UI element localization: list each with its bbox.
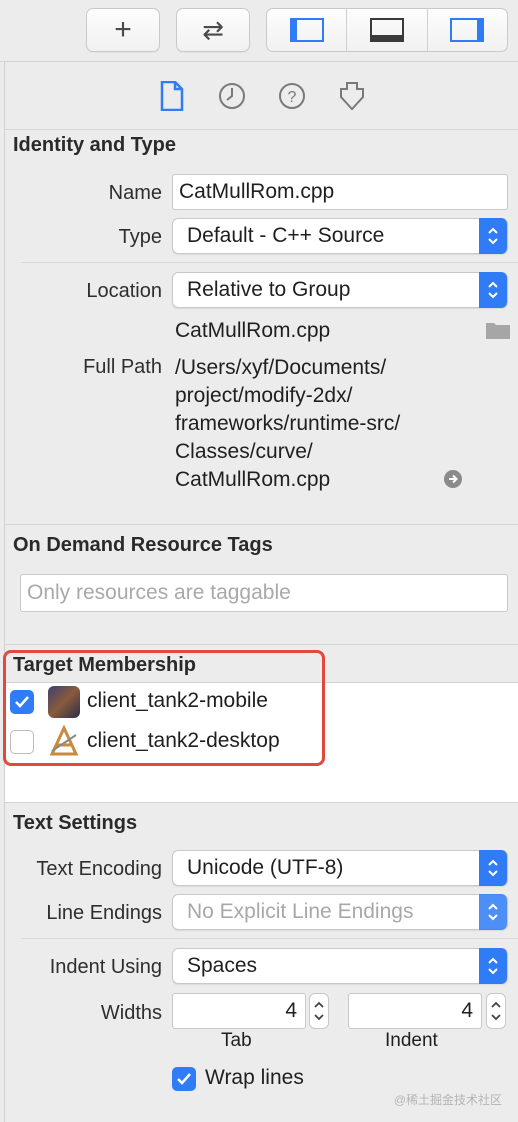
indent-caption: Indent (385, 1030, 438, 1051)
tab-width-stepper[interactable] (309, 993, 329, 1029)
right-panel-icon (450, 18, 485, 42)
full-path-line: Classes/curve/ (175, 440, 313, 463)
tab-history-inspector[interactable] (216, 80, 248, 112)
svg-text:?: ? (288, 89, 297, 106)
line-endings-value: No Explicit Line Endings (187, 900, 414, 923)
wrap-lines-checkbox[interactable] (172, 1067, 196, 1091)
text-settings-divider (21, 938, 518, 939)
location-select[interactable]: Relative to Group (172, 272, 508, 308)
swap-arrows-icon: ⇄ (202, 14, 224, 45)
type-select-value: Default - C++ Source (187, 224, 385, 247)
widths-label: Widths (100, 1002, 162, 1024)
stepper-arrows-icon (491, 1001, 501, 1021)
wrap-lines-label: Wrap lines (205, 1066, 304, 1089)
line-endings-select[interactable]: No Explicit Line Endings (172, 894, 508, 930)
folder-icon[interactable] (485, 320, 511, 345)
select-arrows-icon (479, 272, 507, 308)
indent-using-value: Spaces (187, 954, 258, 977)
panel-toggle-segmented-control (266, 8, 508, 52)
toggle-navigator-button[interactable] (267, 9, 348, 51)
text-settings-section-title: Text Settings (13, 812, 138, 834)
help-icon: ? (279, 82, 305, 109)
select-arrows-icon (479, 894, 507, 930)
plus-icon: + (114, 13, 132, 46)
indent-using-select[interactable]: Spaces (172, 948, 508, 984)
indent-width-stepper[interactable] (486, 993, 506, 1029)
toggle-inspector-button[interactable] (428, 9, 507, 51)
type-label: Type (118, 226, 162, 248)
identity-section-title: Identity and Type (13, 134, 176, 156)
history-icon (219, 82, 245, 109)
left-panel-icon (289, 18, 324, 42)
identity-divider (21, 262, 518, 263)
indent-width-field[interactable]: 4 (348, 993, 482, 1029)
location-file-name: CatMullRom.cpp (175, 319, 331, 342)
text-encoding-value: Unicode (UTF-8) (187, 856, 344, 879)
odr-tags-field[interactable]: Only resources are taggable (20, 574, 508, 612)
tab-width-field[interactable]: 4 (172, 993, 306, 1029)
attributes-icon (340, 81, 364, 110)
reveal-in-finder-icon[interactable] (443, 469, 463, 494)
section-divider (5, 802, 518, 803)
checkmark-icon (177, 1073, 191, 1085)
select-arrows-icon (479, 218, 507, 254)
text-encoding-select[interactable]: Unicode (UTF-8) (172, 850, 508, 886)
section-divider (5, 644, 518, 645)
name-field[interactable]: CatMullRom.cpp (172, 174, 508, 210)
name-label: Name (108, 182, 162, 204)
select-arrows-icon (479, 850, 507, 886)
toolbar: + ⇄ (0, 0, 518, 62)
swap-button[interactable]: ⇄ (176, 8, 250, 52)
watermark: @稀土掘金技术社区 (393, 1093, 502, 1107)
bottom-panel-icon (369, 18, 404, 42)
full-path-line: frameworks/runtime-src/ (175, 412, 401, 435)
full-path-line: /Users/xyf/Documents/ (175, 356, 387, 379)
full-path-line: project/modify-2dx/ (175, 384, 353, 407)
type-select[interactable]: Default - C++ Source (172, 218, 508, 254)
line-endings-label: Line Endings (46, 902, 162, 924)
annotation-highlight (3, 650, 325, 766)
add-button[interactable]: + (86, 8, 160, 52)
tab-file-inspector[interactable] (156, 80, 188, 112)
file-inspector-pane: ? Identity and Type Name CatMullRom.cpp … (3, 62, 518, 1122)
file-inspector-icon (160, 80, 184, 111)
full-path-line: CatMullRom.cpp (175, 468, 331, 491)
select-arrows-icon (479, 948, 507, 984)
tab-attributes[interactable] (336, 80, 368, 112)
indent-using-label: Indent Using (49, 956, 162, 978)
toggle-debug-area-button[interactable] (347, 9, 428, 51)
stepper-arrows-icon (314, 1001, 324, 1021)
tab-quick-help[interactable]: ? (276, 80, 308, 112)
full-path-label: Full Path (83, 356, 162, 378)
location-label: Location (86, 280, 162, 302)
inspector-tabs: ? (5, 62, 518, 130)
section-divider (5, 524, 518, 525)
location-select-value: Relative to Group (187, 278, 351, 301)
tab-caption: Tab (221, 1030, 252, 1051)
odr-section-title: On Demand Resource Tags (13, 534, 273, 556)
text-encoding-label: Text Encoding (36, 858, 162, 880)
full-path-text: /Users/xyf/Documents/ project/modify-2dx… (175, 354, 400, 494)
